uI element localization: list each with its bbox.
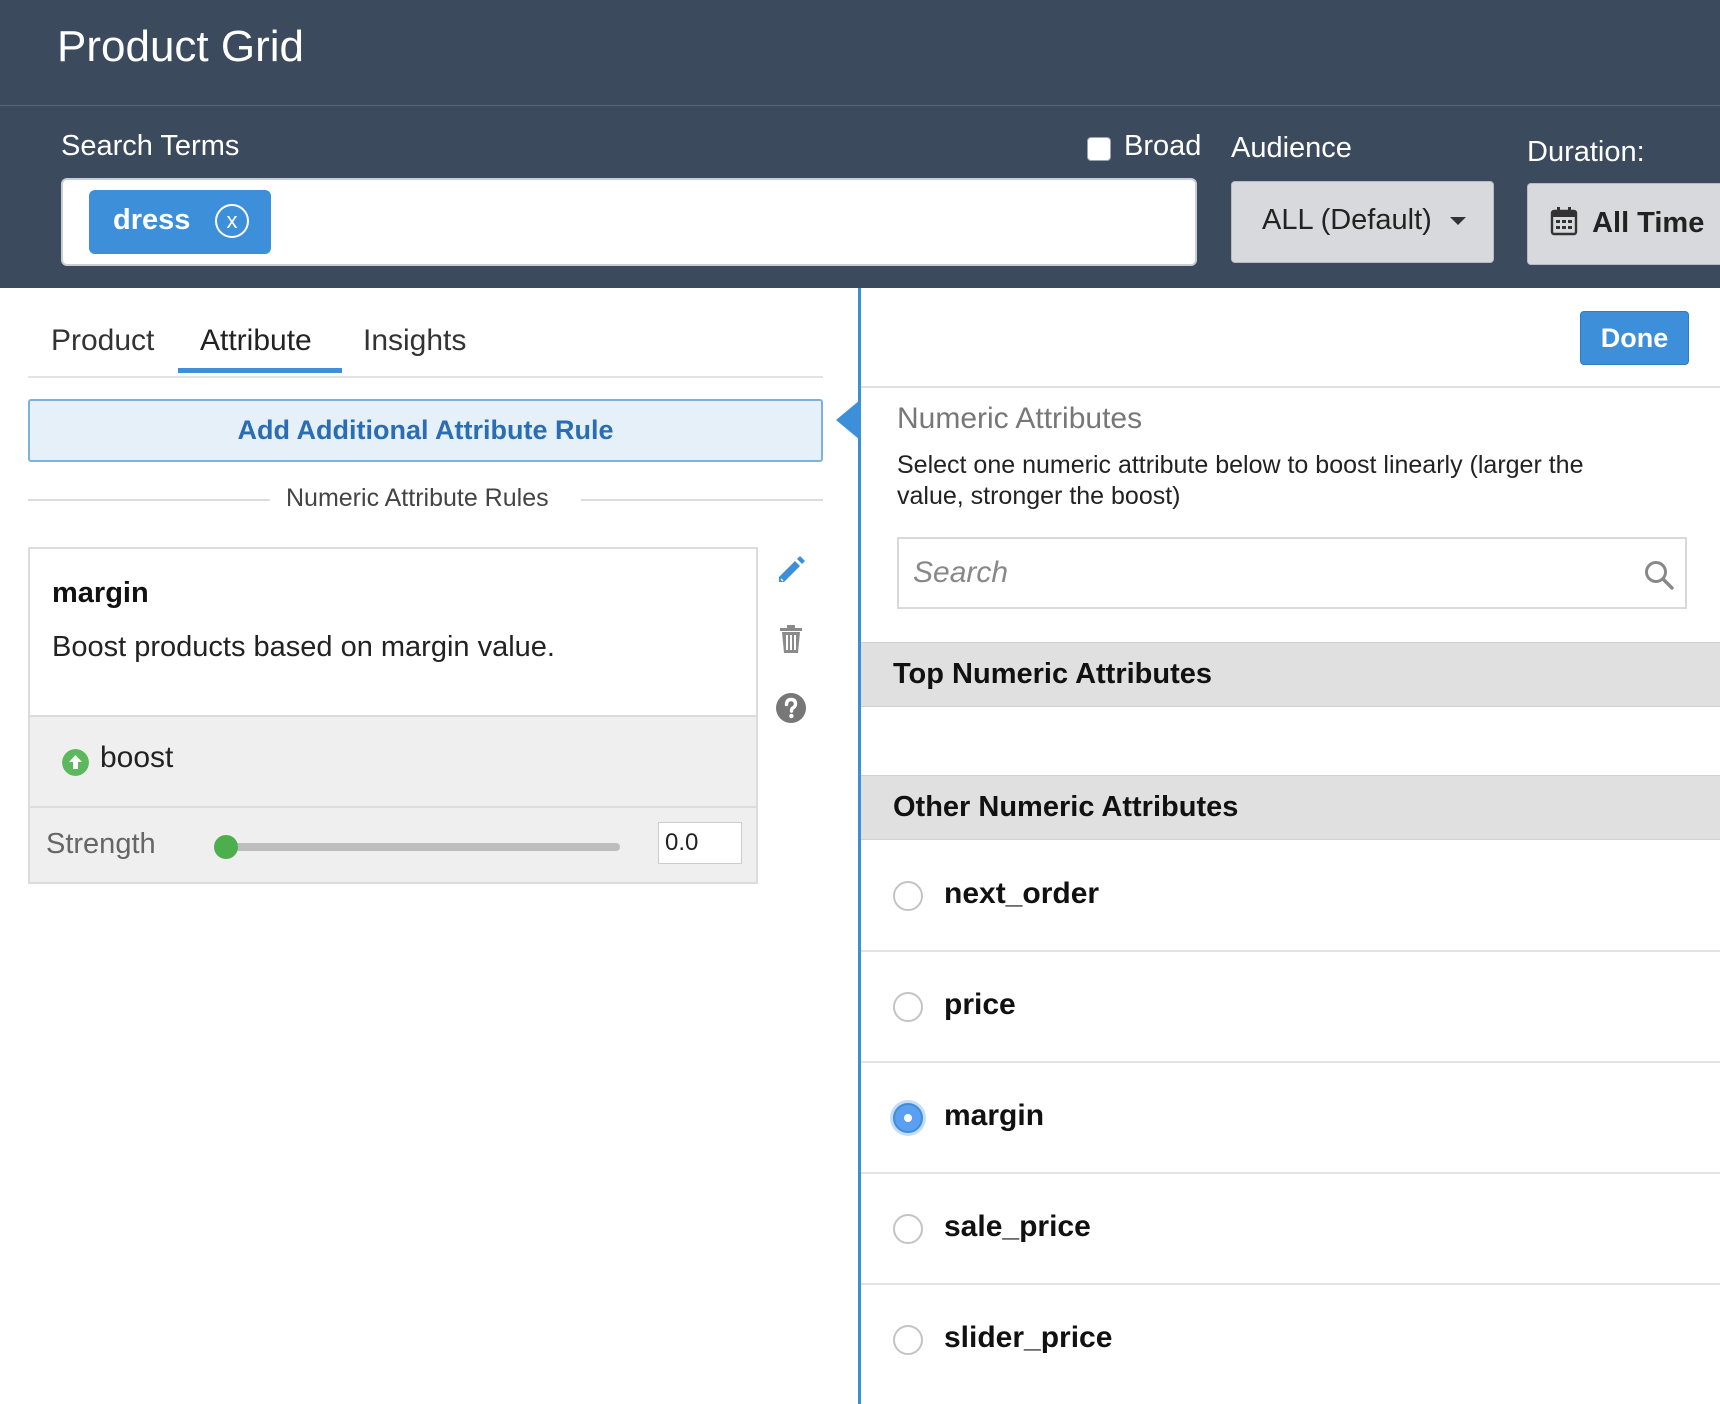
rule-description: Boost products based on margin value. xyxy=(52,631,555,663)
remove-tag-button[interactable]: x xyxy=(215,204,249,238)
numeric-attributes-description: Select one numeric attribute below to bo… xyxy=(897,451,1584,510)
page-title: Product Grid xyxy=(57,22,304,71)
other-numeric-attributes-label: Other Numeric Attributes xyxy=(893,791,1239,823)
search-terms-label: Search Terms xyxy=(61,130,240,162)
rule-card: margin Boost products based on margin va… xyxy=(28,547,758,884)
trash-icon[interactable] xyxy=(775,623,807,655)
broad-checkbox[interactable] xyxy=(1087,137,1111,161)
strength-slider-track[interactable] xyxy=(226,843,620,851)
tab-bar: Product Attribute Insights xyxy=(28,318,823,378)
attribute-option-label: next_order xyxy=(944,877,1100,910)
boost-label: boost xyxy=(100,741,174,774)
panel-pointer xyxy=(836,400,860,440)
duration-label: Duration: xyxy=(1527,136,1645,168)
pencil-icon[interactable] xyxy=(775,553,807,585)
attribute-option-label: slider_price xyxy=(944,1321,1113,1354)
duration-value: All Time xyxy=(1592,207,1705,239)
attribute-option-sale-price[interactable]: sale_price xyxy=(861,1174,1720,1285)
attribute-option-label: price xyxy=(944,988,1016,1021)
numeric-rules-heading: Numeric Attribute Rules xyxy=(286,484,549,512)
arrow-up-circle-icon xyxy=(62,749,89,776)
audience-value: ALL (Default) xyxy=(1262,204,1432,236)
attribute-radio-selected[interactable] xyxy=(893,1103,923,1133)
attribute-option-price[interactable]: price xyxy=(861,952,1720,1063)
attribute-option-label: sale_price xyxy=(944,1210,1091,1243)
attribute-search-box xyxy=(897,537,1687,609)
other-numeric-attributes-header: Other Numeric Attributes xyxy=(861,775,1720,840)
calendar-icon xyxy=(1550,207,1578,236)
attribute-radio[interactable] xyxy=(893,1214,923,1244)
search-tag-label: dress xyxy=(113,204,191,236)
tab-product[interactable]: Product xyxy=(51,324,154,358)
help-icon[interactable] xyxy=(775,692,807,724)
rule-boost-row: boost xyxy=(30,715,756,808)
tab-attribute[interactable]: Attribute xyxy=(200,324,312,358)
tab-insights[interactable]: Insights xyxy=(363,324,466,358)
attribute-search-input[interactable] xyxy=(911,551,1611,595)
chevron-down-icon xyxy=(1449,217,1466,226)
done-button[interactable]: Done xyxy=(1580,311,1689,365)
strength-label: Strength xyxy=(46,828,156,860)
strength-row: Strength 0.0 xyxy=(30,808,756,882)
attribute-option-margin[interactable]: margin xyxy=(861,1063,1720,1174)
attribute-picker-panel: Done Numeric Attributes Select one numer… xyxy=(858,288,1720,1404)
header-bar: Product Grid Search Terms Broad Audience… xyxy=(0,0,1720,288)
numeric-attributes-title: Numeric Attributes xyxy=(897,402,1143,435)
attribute-radio[interactable] xyxy=(893,992,923,1022)
audience-dropdown[interactable]: ALL (Default) xyxy=(1231,181,1494,263)
panel-divider xyxy=(861,386,1720,388)
section-divider-right xyxy=(581,499,823,501)
attribute-radio[interactable] xyxy=(893,881,923,911)
top-numeric-attributes-header: Top Numeric Attributes xyxy=(861,642,1720,707)
duration-dropdown[interactable]: All Time xyxy=(1527,183,1720,265)
search-terms-input[interactable]: dress x xyxy=(61,178,1197,266)
add-attribute-rule-button[interactable]: Add Additional Attribute Rule xyxy=(28,399,823,462)
active-tab-indicator xyxy=(178,368,342,373)
attribute-option-slider-price[interactable]: slider_price xyxy=(861,1285,1720,1396)
top-numeric-attributes-label: Top Numeric Attributes xyxy=(893,658,1213,690)
strength-slider-handle[interactable] xyxy=(214,835,238,859)
section-divider-left xyxy=(28,499,270,501)
attribute-radio[interactable] xyxy=(893,1325,923,1355)
audience-label: Audience xyxy=(1231,132,1352,164)
search-icon[interactable] xyxy=(1643,559,1675,591)
rule-name: margin xyxy=(52,577,149,609)
strength-input[interactable]: 0.0 xyxy=(658,822,742,864)
header-divider xyxy=(0,105,1720,106)
attribute-option-label: margin xyxy=(944,1099,1045,1132)
search-tag[interactable]: dress x xyxy=(89,190,271,254)
attribute-option-next-order[interactable]: next_order xyxy=(861,841,1720,952)
broad-label: Broad xyxy=(1124,130,1202,162)
